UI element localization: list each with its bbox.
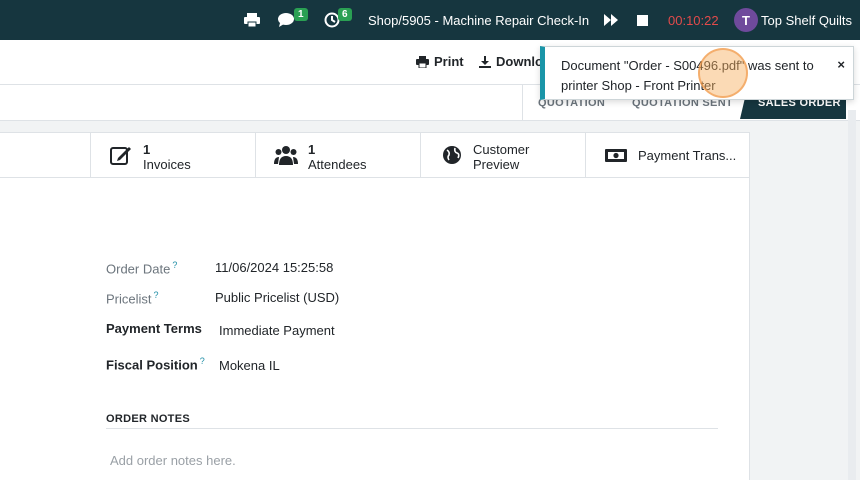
activity-badge: 6	[338, 8, 352, 21]
download-button[interactable]: Downlo	[479, 54, 543, 69]
help-tooltip-icon[interactable]: ?	[172, 260, 177, 270]
chat-badge: 1	[294, 8, 308, 21]
invoices-label: Invoices	[143, 157, 191, 172]
close-icon[interactable]: ×	[837, 57, 845, 72]
divider	[106, 428, 718, 429]
order-date-label: Order Date?	[106, 260, 178, 277]
toast-message: Document "Order - S00496.pdf" was sent t…	[561, 58, 814, 93]
invoice-icon	[110, 147, 131, 165]
pricelist-label: Pricelist?	[106, 290, 159, 307]
help-tooltip-icon[interactable]: ?	[200, 356, 205, 366]
attendees-count: 1	[308, 142, 316, 157]
print-icon[interactable]	[244, 0, 260, 40]
fiscal-position-value[interactable]: Mokena IL	[219, 358, 280, 373]
customer-preview-line2: Preview	[473, 157, 520, 172]
attendees-smart-button[interactable]: 1 Attendees	[255, 133, 420, 178]
smart-button-bar: 1 Invoices 1 Attendees Customer Preview …	[0, 133, 750, 178]
customer-preview-line1: Customer	[473, 142, 530, 157]
cursor-highlight	[698, 48, 748, 98]
invoices-count: 1	[143, 142, 151, 157]
order-notes-title: ORDER NOTES	[106, 413, 190, 425]
attendees-icon	[274, 146, 298, 165]
payment-transactions-label: Payment Trans...	[638, 148, 737, 163]
fiscal-position-label: Fiscal Position?	[106, 356, 205, 373]
download-icon	[479, 55, 491, 68]
print-icon	[416, 55, 429, 68]
company-name: Top Shelf Quilts	[761, 12, 853, 28]
top-navbar: 1 6 Shop/5905 - Machine Repair Check-In …	[0, 0, 860, 40]
timer: 00:10:22	[668, 12, 719, 28]
notification-toast: Document "Order - S00496.pdf" was sent t…	[540, 46, 854, 100]
payment-terms-value[interactable]: Immediate Payment	[219, 323, 335, 338]
print-button[interactable]: Print	[416, 54, 464, 69]
chat-icon[interactable]	[278, 0, 296, 40]
session-title[interactable]: Shop/5905 - Machine Repair Check-In	[368, 0, 589, 40]
user-menu[interactable]: T Top Shelf Quilts	[734, 0, 852, 40]
activity-clock-icon[interactable]	[324, 0, 340, 40]
help-tooltip-icon[interactable]: ?	[154, 290, 159, 300]
customer-preview-smart-button[interactable]: Customer Preview	[420, 133, 585, 178]
invoices-smart-button[interactable]: 1 Invoices	[90, 133, 255, 178]
scrollbar[interactable]	[848, 110, 856, 480]
order-date-value[interactable]: 11/06/2024 15:25:58	[215, 260, 333, 275]
payment-terms-label: Payment Terms	[106, 321, 202, 336]
order-notes-input[interactable]: Add order notes here.	[110, 453, 236, 468]
money-icon	[605, 149, 627, 162]
pricelist-value[interactable]: Public Pricelist (USD)	[215, 290, 339, 305]
right-gutter	[750, 121, 860, 480]
stop-icon[interactable]	[637, 0, 648, 40]
avatar: T	[734, 8, 758, 32]
fast-forward-icon[interactable]	[604, 0, 618, 40]
attendees-label: Attendees	[308, 157, 367, 172]
payment-transactions-smart-button[interactable]: Payment Trans...	[585, 133, 750, 178]
globe-icon	[443, 146, 461, 164]
